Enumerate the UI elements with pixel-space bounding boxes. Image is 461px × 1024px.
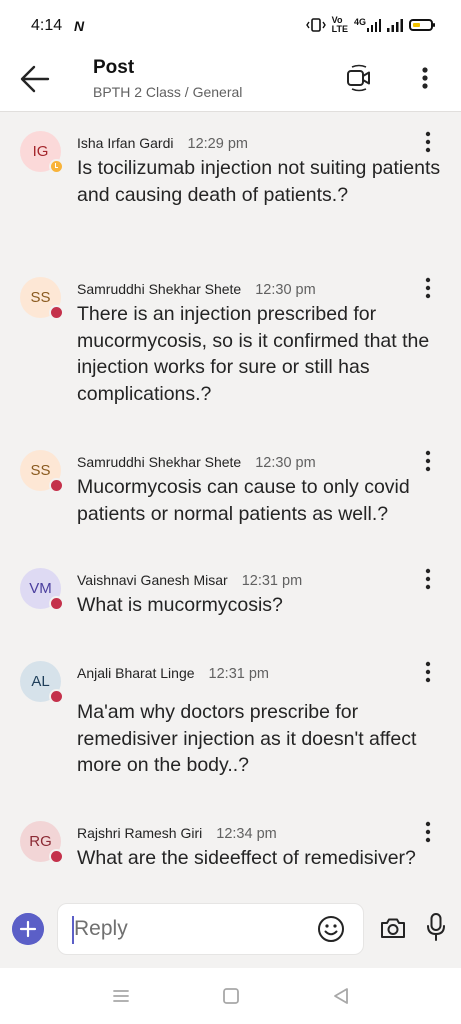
page-title: Post bbox=[93, 57, 135, 78]
message-more-icon[interactable] bbox=[418, 131, 438, 153]
message-more-icon[interactable] bbox=[418, 568, 438, 590]
signal-icon: 4G bbox=[354, 18, 381, 32]
add-icon[interactable] bbox=[12, 913, 44, 945]
message-more-icon[interactable] bbox=[418, 277, 438, 299]
vibrate-icon bbox=[305, 18, 326, 32]
avatar[interactable]: AL bbox=[20, 661, 64, 704]
busy-status-icon bbox=[49, 478, 64, 493]
busy-status-icon bbox=[49, 689, 64, 704]
busy-status-icon bbox=[49, 596, 64, 611]
message-text: What are the sideeffect of remedisiver? bbox=[77, 847, 416, 869]
message-more-icon[interactable] bbox=[418, 661, 438, 683]
emoji-icon[interactable] bbox=[317, 915, 345, 943]
message-author: Samruddhi Shekhar Shete bbox=[77, 281, 242, 297]
avatar[interactable]: VM bbox=[20, 568, 64, 611]
avatar[interactable]: SS bbox=[20, 277, 64, 320]
network-type: 4G bbox=[353, 17, 366, 27]
back-icon[interactable] bbox=[331, 986, 351, 1006]
message-author: Vaishnavi Ganesh Misar bbox=[77, 572, 228, 588]
avatar[interactable]: IG bbox=[20, 131, 64, 174]
message-text: Ma'am why doctors prescribe for remedisi… bbox=[77, 701, 417, 776]
channel-breadcrumb[interactable]: BPTH 2 Class / General bbox=[93, 84, 242, 100]
recents-icon[interactable] bbox=[111, 986, 131, 1006]
system-nav-bar bbox=[0, 968, 461, 1024]
message-time: 12:30 pm bbox=[255, 455, 316, 471]
away-status-icon bbox=[49, 159, 64, 174]
more-vertical-icon[interactable] bbox=[415, 64, 435, 92]
message-time: 12:30 pm bbox=[255, 282, 316, 298]
app-header: Post BPTH 2 Class / General bbox=[0, 46, 461, 112]
message-text: Mucormycosis can cause to only covid pat… bbox=[77, 476, 410, 525]
busy-status-icon bbox=[49, 849, 64, 864]
message-author: Anjali Bharat Linge bbox=[77, 665, 195, 681]
message-more-icon[interactable] bbox=[418, 450, 438, 472]
message-time: 12:29 pm bbox=[187, 136, 248, 152]
message-author: Isha Irfan Gardi bbox=[77, 135, 174, 151]
message-author: Samruddhi Shekhar Shete bbox=[77, 454, 242, 470]
avatar[interactable]: SS bbox=[20, 450, 64, 493]
busy-status-icon bbox=[49, 305, 64, 320]
message-time: 12:31 pm bbox=[208, 666, 269, 682]
battery-icon bbox=[409, 19, 435, 31]
message-time: 12:34 pm bbox=[216, 826, 277, 842]
compose-bar: Reply bbox=[0, 890, 461, 968]
video-call-icon[interactable] bbox=[345, 64, 373, 92]
volte-icon: Vo LTE bbox=[331, 15, 348, 34]
status-time: 4:14 bbox=[31, 17, 63, 34]
camera-icon[interactable] bbox=[379, 914, 407, 942]
message-text: What is mucormycosis? bbox=[77, 594, 283, 616]
reply-placeholder: Reply bbox=[74, 917, 128, 940]
message-text: Is tocilizumab injection not suiting pat… bbox=[77, 157, 441, 206]
nfc-icon: N bbox=[74, 18, 85, 34]
microphone-icon[interactable] bbox=[425, 912, 447, 942]
message-text: There is an injection prescribed for muc… bbox=[77, 303, 430, 405]
avatar[interactable]: RG bbox=[20, 821, 64, 864]
message-more-icon[interactable] bbox=[418, 821, 438, 843]
signal-icon bbox=[387, 19, 403, 32]
message-time: 12:31 pm bbox=[241, 573, 303, 589]
back-arrow-icon[interactable] bbox=[18, 62, 52, 96]
home-icon[interactable] bbox=[221, 986, 241, 1006]
message-author: Rajshri Ramesh Giri bbox=[77, 825, 203, 841]
status-bar: 4:14 N Vo LTE 4G bbox=[0, 0, 461, 46]
